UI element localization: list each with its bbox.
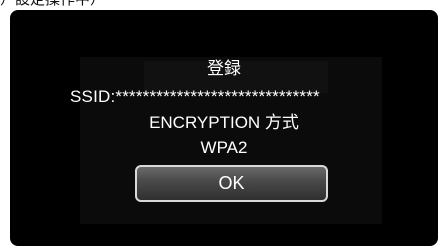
encryption-label: ENCRYPTION 方式 — [149, 113, 299, 132]
encryption-value: WPA2 — [200, 138, 248, 157]
page: ）設定操作中） 登録 SSID:************************… — [0, 0, 448, 249]
top-caption: ）設定操作中） — [0, 0, 105, 9]
ssid-label: SSID:****************************** — [70, 87, 320, 106]
ok-button[interactable]: OK — [135, 165, 328, 202]
dialog-title: 登録 — [207, 59, 241, 78]
